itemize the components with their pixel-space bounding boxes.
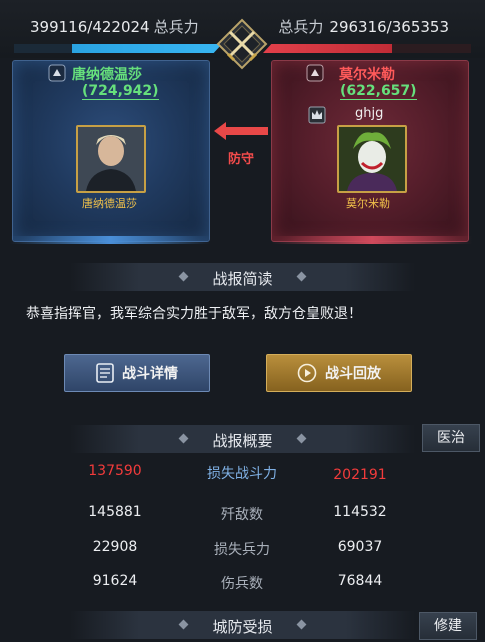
attacker-hero-portrait[interactable]	[76, 125, 146, 193]
defend-label: 防守	[228, 152, 255, 167]
stat-row-kills: 145881 歼敌数 114532	[0, 504, 485, 528]
report-summary-header: 战报简读	[0, 262, 485, 292]
defender-name: 莫尔米勒	[339, 67, 395, 83]
right-troops-value: 296316/365353	[329, 18, 449, 36]
document-icon	[96, 363, 114, 383]
stat-label: 歼敌数	[221, 507, 263, 523]
battle-details-label: 战斗详情	[122, 366, 178, 382]
attacker-name: 唐纳德温莎	[72, 67, 142, 83]
battle-replay-label: 战斗回放	[325, 366, 381, 382]
defender-troops-lost: 69037	[337, 539, 383, 555]
left-troops-bar	[14, 44, 222, 53]
city-defense-header: 城防受损	[0, 610, 485, 640]
section-title: 城防受损	[212, 618, 273, 636]
attacker-hero-name: 唐纳德温莎	[82, 197, 137, 210]
stat-label: 损失兵力	[214, 542, 270, 558]
arrow-left-icon	[214, 122, 268, 140]
battle-result-text: 恭喜指挥官，我军综合实力胜于敌军，敌方仓皇败退！	[26, 306, 362, 322]
report-overview-header: 战报概要	[0, 424, 485, 454]
battle-details-button[interactable]: 战斗详情	[64, 354, 210, 392]
defender-hero-portrait[interactable]	[337, 125, 407, 193]
stat-label: 伤兵数	[221, 576, 263, 592]
left-troops-label: 总兵力	[153, 18, 199, 36]
defender-power-lost: 202191	[333, 467, 387, 483]
play-icon	[297, 363, 317, 383]
stat-row-wounded: 91624 伤兵数 76844	[0, 573, 485, 597]
attacker-kills: 145881	[88, 504, 142, 520]
defender-alliance-name: ghjg	[355, 106, 384, 121]
left-troops-value: 399116/422024	[30, 18, 150, 36]
attacker-power-lost: 137590	[88, 463, 142, 479]
rank-badge-icon	[48, 64, 66, 82]
attacker-panel-glow	[10, 236, 210, 244]
stat-row-power-lost: 137590 损失战斗力 202191	[0, 463, 485, 487]
stat-label: 损失战斗力	[207, 466, 277, 482]
right-total-troops: 总兵力 296316/365353	[278, 16, 449, 37]
battle-replay-button[interactable]: 战斗回放	[266, 354, 412, 392]
right-troops-bar	[263, 44, 471, 53]
attacker-wounded: 91624	[92, 573, 138, 589]
section-title: 战报概要	[212, 432, 273, 450]
attacker-power: (724,942)	[82, 83, 159, 100]
right-troops-label: 总兵力	[278, 18, 324, 36]
stat-row-troops-lost: 22908 损失兵力 69037	[0, 539, 485, 563]
crossed-swords-icon	[216, 18, 268, 70]
alliance-badge-icon	[308, 106, 326, 124]
defender-wounded: 76844	[337, 573, 383, 589]
defender-panel-glow	[272, 236, 472, 244]
left-total-troops: 399116/422024 总兵力	[30, 16, 199, 37]
defender-kills: 114532	[333, 504, 387, 520]
defender-power: (622,657)	[340, 83, 417, 100]
rank-badge-icon	[306, 64, 324, 82]
repair-button[interactable]: 修建	[419, 612, 477, 640]
hero-avatar-icon	[339, 127, 405, 191]
heal-button[interactable]: 医治	[422, 424, 480, 452]
defender-hero-name: 莫尔米勒	[346, 197, 390, 210]
attacker-troops-lost: 22908	[92, 539, 138, 555]
hero-avatar-icon	[78, 127, 144, 191]
section-title: 战报简读	[212, 270, 273, 288]
